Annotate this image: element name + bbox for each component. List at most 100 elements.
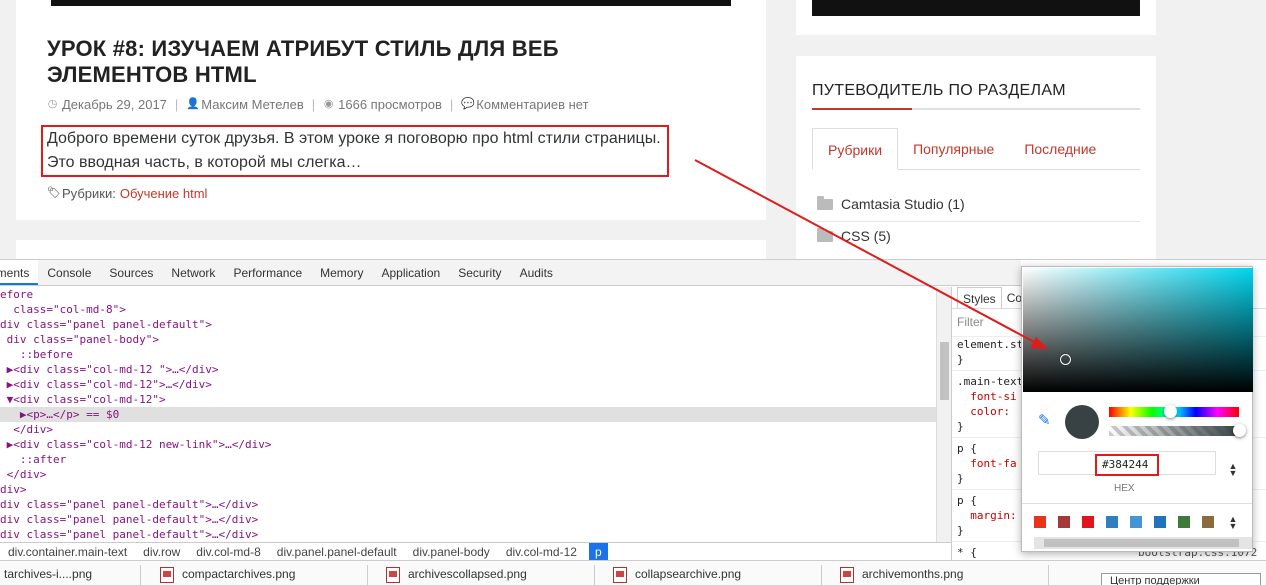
palette-swatch[interactable] (1082, 516, 1094, 528)
palette-scrollbar-thumb[interactable] (1044, 539, 1239, 547)
clock-icon: ◷ (47, 98, 58, 110)
post-thumbnail[interactable] (51, 0, 731, 6)
download-item[interactable]: collapsearchive.png (613, 567, 741, 585)
category-link[interactable]: Обучение html (120, 186, 208, 201)
breadcrumb-item[interactable]: div.panel.panel-default (269, 543, 405, 561)
alpha-slider[interactable] (1109, 424, 1246, 437)
image-file-icon (840, 567, 854, 583)
download-separator (367, 565, 368, 585)
breadcrumb-item-active[interactable]: p (588, 543, 608, 561)
tab-categories[interactable]: Рубрики (812, 128, 899, 170)
tab-console[interactable]: Console (38, 260, 100, 285)
dom-node[interactable]: div class="panel panel-default"> (0, 317, 936, 332)
sidebar-tabs: Рубрики Популярные Последние (812, 128, 1140, 170)
saturation-handle[interactable] (1060, 354, 1071, 365)
palette-swatch[interactable] (1130, 516, 1142, 528)
dom-node[interactable]: div class="panel panel-default">…</div> (0, 512, 936, 527)
dom-node[interactable]: ::after (0, 452, 936, 467)
image-file-icon (613, 567, 627, 583)
folder-icon (817, 195, 833, 210)
sidebar-banner[interactable] (812, 0, 1140, 16)
palette-toggle-icon[interactable]: ▲ ▼ (1228, 515, 1238, 531)
download-filename[interactable]: compactarchives.png (182, 567, 295, 581)
dom-node[interactable]: div class="panel-body"> (0, 332, 936, 347)
alpha-slider-handle[interactable] (1233, 424, 1246, 437)
dom-node[interactable]: ::before (0, 347, 936, 362)
breadcrumb-item[interactable]: div.col-md-8 (188, 543, 268, 561)
format-toggle-icon[interactable]: ▲ ▼ (1228, 462, 1238, 478)
palette-swatch[interactable] (1154, 516, 1166, 528)
download-filename[interactable]: tarchives-i....png (4, 567, 92, 581)
folder-icon (817, 227, 833, 242)
current-color-preview (1065, 405, 1099, 439)
dom-node[interactable]: efore (0, 287, 936, 302)
dom-node[interactable]: ▶<div class="col-md-12 new-link">…</div> (0, 437, 936, 452)
dom-breadcrumb: div.container.main-text div.row div.col-… (0, 542, 951, 561)
tab-sources[interactable]: Sources (100, 260, 162, 285)
sidebar-category-item[interactable]: Camtasia Studio (1) (817, 195, 965, 212)
palette-swatch[interactable] (1178, 516, 1190, 528)
dom-node[interactable]: </div> (0, 467, 936, 482)
saturation-value-area[interactable] (1023, 268, 1253, 392)
palette-divider (1022, 503, 1252, 504)
download-item[interactable]: archivemonths.png (840, 567, 963, 585)
post-views: 1666 просмотров (338, 97, 442, 112)
color-picker-popup: ✎ #384244 HEX ▲ ▼ ▲ ▼ (1021, 266, 1253, 552)
download-item[interactable]: compactarchives.png (160, 567, 295, 585)
sidebar-category-item[interactable]: CSS (5) (817, 227, 891, 244)
dom-node[interactable]: ▼<div class="col-md-12"> (0, 392, 936, 407)
tab-memory[interactable]: Memory (311, 260, 372, 285)
dom-node[interactable]: </div> (0, 422, 936, 437)
tab-performance[interactable]: Performance (224, 260, 311, 285)
palette-swatch[interactable] (1058, 516, 1070, 528)
dom-node[interactable]: class="col-md-8"> (0, 302, 936, 317)
categories-label: Рубрики: (62, 186, 116, 201)
download-filename[interactable]: archivescollapsed.png (408, 567, 527, 581)
image-file-icon (386, 567, 400, 583)
palette-scrollbar[interactable] (1034, 537, 1252, 549)
download-filename[interactable]: archivemonths.png (862, 567, 963, 581)
help-center-button[interactable]: Центр поддержки (1101, 573, 1261, 585)
eyedropper-icon[interactable]: ✎ (1038, 413, 1054, 429)
post-comments[interactable]: Комментариев нет (476, 97, 588, 112)
download-item[interactable]: archivescollapsed.png (386, 567, 527, 585)
hex-value[interactable]: #384244 (1102, 458, 1148, 471)
palette-swatch[interactable] (1106, 516, 1118, 528)
post-categories: 🏷 Рубрики: Обучение html (47, 186, 207, 201)
post-title[interactable]: Урок #8: Изучаем атрибут стиль для веб э… (47, 36, 687, 88)
breadcrumb-item[interactable]: div.container.main-text (0, 543, 135, 561)
category-label[interactable]: CSS (5) (841, 228, 891, 244)
post-author[interactable]: Максим Метелев (201, 97, 303, 112)
tab-audits[interactable]: Audits (511, 260, 562, 285)
downloads-bar: tarchives-i....png compactarchives.png a… (0, 560, 1266, 585)
tab-security[interactable]: Security (449, 260, 510, 285)
category-label[interactable]: Camtasia Studio (1) (841, 196, 965, 212)
breadcrumb-item[interactable]: div.row (135, 543, 188, 561)
palette-swatch[interactable] (1202, 516, 1214, 528)
dom-scrollbar[interactable] (936, 287, 951, 542)
download-separator (140, 565, 141, 585)
dom-node[interactable]: ▶<div class="col-md-12 ">…</div> (0, 362, 936, 377)
breadcrumb-item[interactable]: div.panel-body (405, 543, 498, 561)
tab-popular[interactable]: Популярные (898, 128, 1009, 169)
dom-scrollbar-thumb[interactable] (940, 342, 949, 400)
tab-styles[interactable]: Styles (957, 287, 1002, 308)
palette-swatch[interactable] (1034, 516, 1046, 528)
dom-node[interactable]: div> (0, 482, 936, 497)
download-filename[interactable]: collapsearchive.png (635, 567, 741, 581)
download-separator (821, 565, 822, 585)
tab-application[interactable]: Application (372, 260, 449, 285)
tab-recent[interactable]: Последние (1009, 128, 1111, 169)
hue-slider-handle[interactable] (1164, 405, 1177, 418)
dom-node[interactable]: ▶<div class="col-md-12">…</div> (0, 377, 936, 392)
hue-slider[interactable] (1109, 405, 1239, 418)
tab-network[interactable]: Network (162, 260, 224, 285)
tab-elements[interactable]: ements (0, 260, 39, 285)
breadcrumb-item[interactable]: div.col-md-12 (498, 543, 585, 561)
dom-node-selected[interactable]: ▶<p>…</p> == $0 (0, 407, 936, 422)
title-underline (812, 108, 1140, 110)
dom-node[interactable]: div class="panel panel-default">…</div> (0, 527, 936, 542)
sidebar-guide-title: ПУТЕВОДИТЕЛЬ ПО РАЗДЕЛАМ (812, 82, 1066, 99)
dom-node[interactable]: div class="panel panel-default">…</div> (0, 497, 936, 512)
download-item[interactable]: tarchives-i....png (4, 567, 92, 585)
